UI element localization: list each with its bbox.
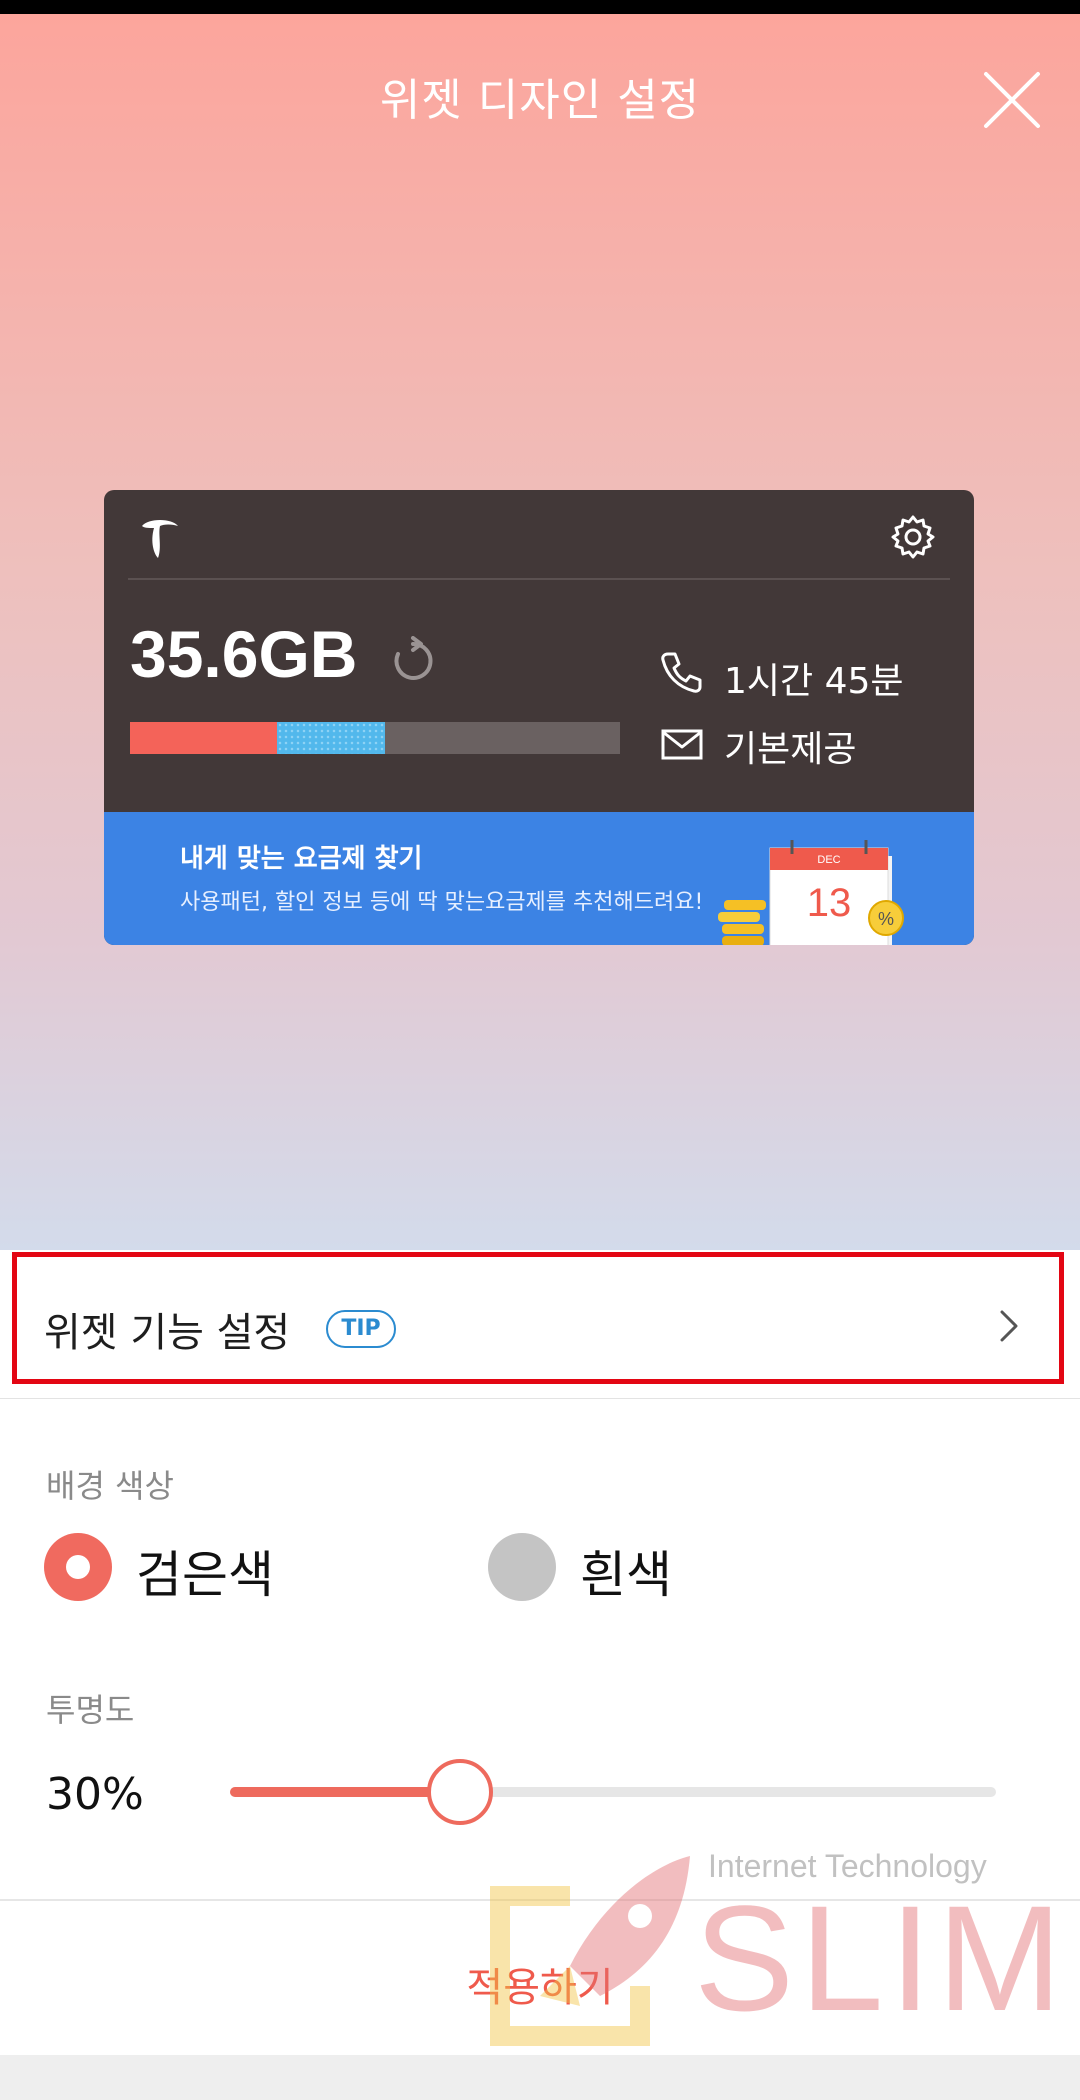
call-time: 1시간 45분 [724,661,904,702]
background-color-label: 배경 색상 [46,1467,174,1505]
data-amount: 35.6GB [130,617,358,691]
apply-button[interactable]: 적용하기 [0,1899,1080,2057]
plan-finder-banner[interactable]: 내게 맞는 요금제 찾기 사용패턴, 할인 정보 등에 딱 맞는요금제를 추천해… [104,812,974,945]
widget-divider [128,578,950,580]
refresh-button[interactable] [388,636,438,686]
opacity-label: 투명도 [46,1691,135,1729]
data-usage-bar [130,722,620,754]
radio-white-label[interactable]: 흰색 [580,1535,672,1607]
opacity-value: 30% [46,1769,144,1820]
mail-icon [661,729,703,760]
bottom-strip [0,2055,1080,2100]
widget-settings-button[interactable] [890,514,936,560]
message-quota: 기본제공 [724,729,857,770]
page-title: 위젯 디자인 설정 [379,75,701,126]
status-bar [0,0,1080,14]
close-icon [984,72,1040,128]
banner-subtitle: 사용패턴, 할인 정보 등에 딱 맞는요금제를 추천해드려요! [180,890,704,915]
radio-black[interactable] [44,1533,112,1601]
design-settings-panel: 배경 색상 검은색 흰색 투명도 30% [0,1399,1080,1899]
opacity-slider-thumb[interactable] [426,1759,493,1825]
annotation-highlight-box [12,1252,1064,1384]
apply-button-label: 적용하기 [466,1965,614,2011]
usage-bar-used [130,722,277,754]
usage-bar-secondary [277,722,385,754]
calendar-illustration: DEC 13 % [718,840,904,945]
calendar-day: 13 [807,881,852,925]
coin-stack [718,900,766,945]
preview-area: 위젯 디자인 설정 35.6GB 1시간 45분 기본제공 내게 맞는 요금제 … [0,14,1080,1250]
banner-title: 내게 맞는 요금제 찾기 [180,844,423,874]
widget-header [104,490,974,578]
radio-black-label[interactable]: 검은색 [136,1535,274,1607]
opacity-slider[interactable] [230,1759,996,1825]
t-logo-icon [142,520,178,558]
refresh-icon [394,636,433,680]
opacity-slider-fill [230,1787,460,1797]
gear-icon [891,515,935,559]
widget-preview: 35.6GB 1시간 45분 기본제공 내게 맞는 요금제 찾기 사용패턴, 할… [104,490,974,945]
radio-white[interactable] [488,1533,556,1601]
discount-badge: % [878,909,894,929]
close-button[interactable] [972,60,1052,140]
phone-icon [661,652,702,693]
calendar-month: DEC [817,854,840,866]
